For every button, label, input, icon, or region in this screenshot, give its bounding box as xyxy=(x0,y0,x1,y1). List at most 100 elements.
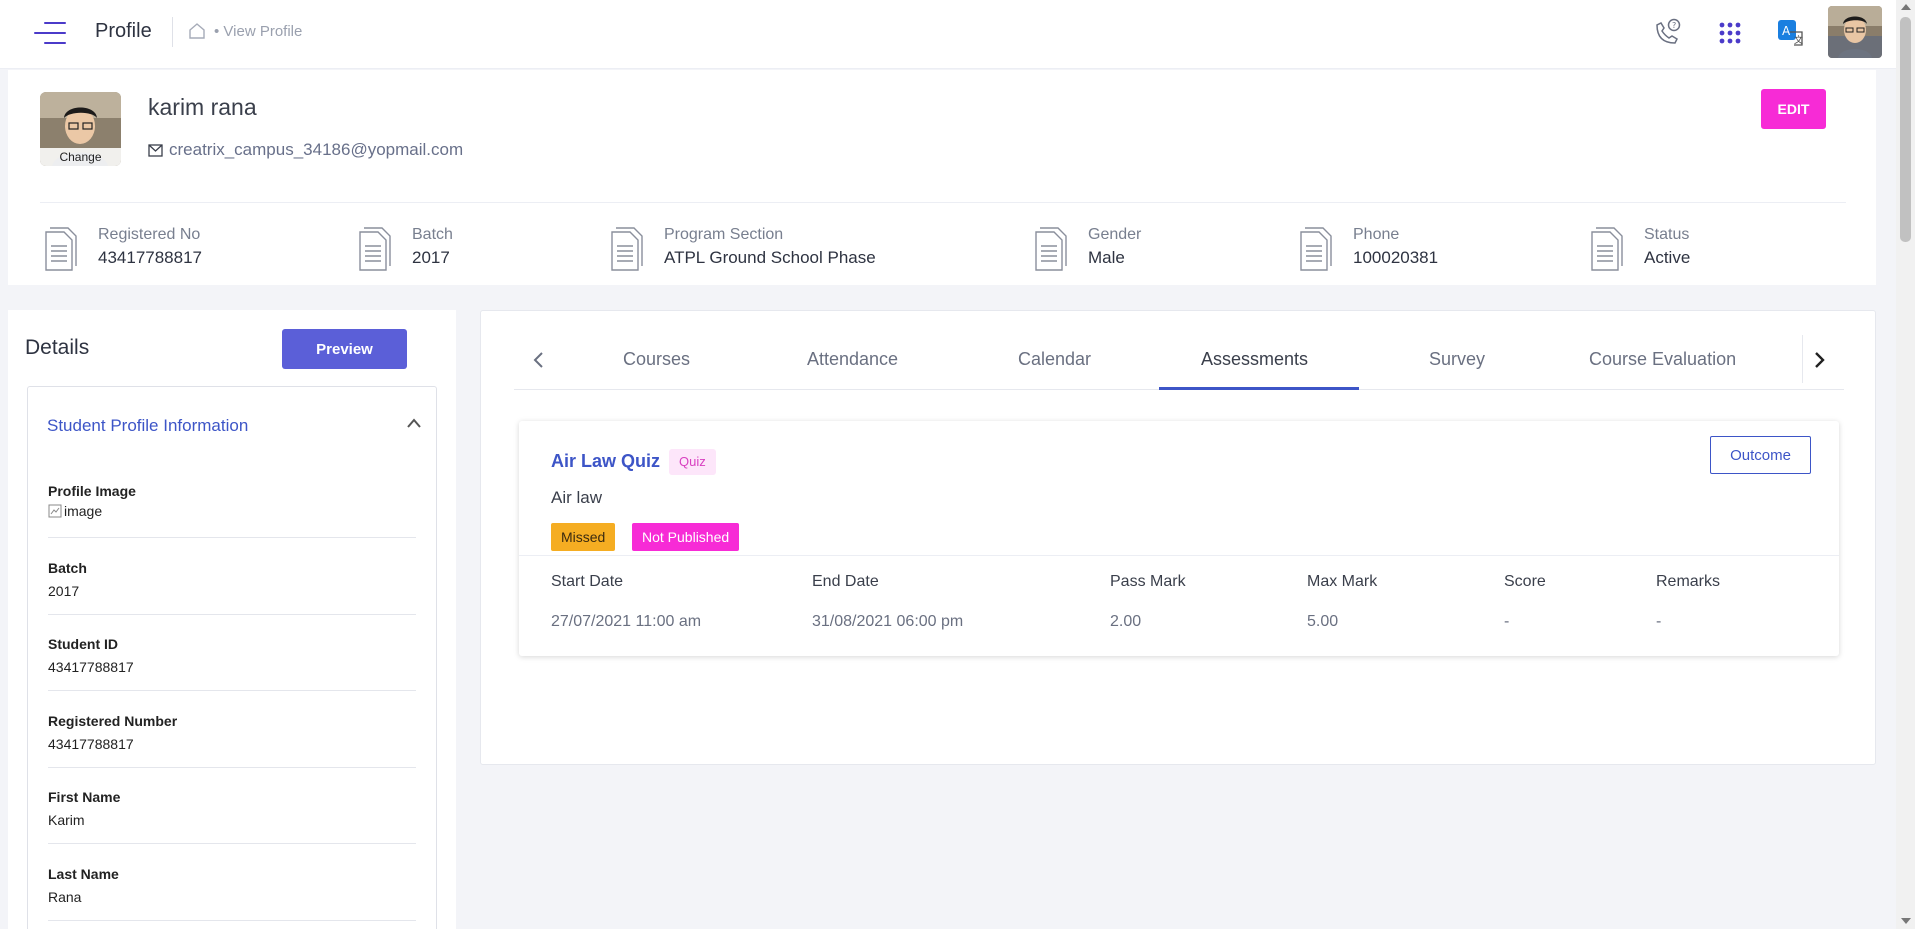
page-scrollbar[interactable] xyxy=(1896,0,1915,929)
chevron-right-icon[interactable] xyxy=(1807,345,1831,375)
end-date-value: 31/08/2021 06:00 pm xyxy=(812,613,964,630)
broken-image-icon xyxy=(48,504,62,518)
info-value: Male xyxy=(1088,248,1125,267)
field-first-name: First Name Karim xyxy=(48,789,416,844)
field-label: First Name xyxy=(48,789,121,805)
field-value: 2017 xyxy=(48,583,80,599)
status-badge-not-published: Not Published xyxy=(632,523,740,551)
profile-name: karim rana xyxy=(148,94,257,120)
remarks-value: - xyxy=(1656,613,1662,630)
breadcrumb-current: View Profile xyxy=(223,23,303,40)
info-label: Program Section xyxy=(664,226,784,243)
tab-course-evaluation[interactable]: Course Evaluation xyxy=(1589,349,1736,370)
top-bar: Profile • View Profile ? A 文 xyxy=(0,0,1896,69)
assessment-card: Air Law Quiz Quiz Air law Missed Not Pub… xyxy=(519,421,1839,656)
field-registered-number: Registered Number 43417788817 xyxy=(48,713,416,768)
document-icon xyxy=(45,227,77,271)
accordion-header[interactable]: Student Profile Information xyxy=(28,387,436,463)
tab-attendance[interactable]: Attendance xyxy=(807,349,898,370)
pass-mark-value: 2.00 xyxy=(1110,613,1142,630)
active-tab-indicator xyxy=(1159,387,1359,390)
chevron-up-icon[interactable] xyxy=(406,417,422,429)
column-header: Start Date xyxy=(551,573,624,590)
mail-icon xyxy=(148,143,163,157)
main-panel: Courses Attendance Calendar Assessments … xyxy=(480,310,1876,765)
info-value: ATPL Ground School Phase xyxy=(664,248,876,267)
tab-courses[interactable]: Courses xyxy=(623,349,690,370)
assessment-divider xyxy=(519,555,1839,556)
field-value: image xyxy=(48,503,416,519)
max-mark-value: 5.00 xyxy=(1307,613,1339,630)
field-value: 43417788817 xyxy=(48,659,134,675)
field-value: Rana xyxy=(48,889,82,905)
assessment-type-badge: Quiz xyxy=(669,449,716,475)
outcome-button[interactable]: Outcome xyxy=(1710,436,1811,474)
info-value: Active xyxy=(1644,248,1691,267)
tab-calendar[interactable]: Calendar xyxy=(1018,349,1091,370)
details-panel: Details Preview Student Profile Informat… xyxy=(8,310,456,929)
scrollbar-thumb[interactable] xyxy=(1900,17,1911,242)
assessment-title[interactable]: Air Law Quiz xyxy=(551,451,660,472)
home-icon[interactable] xyxy=(188,22,206,40)
status-badge-missed: Missed xyxy=(551,523,616,551)
info-label: Gender xyxy=(1088,226,1142,243)
translate-icon[interactable]: A 文 xyxy=(1774,16,1808,50)
edit-button[interactable]: EDIT xyxy=(1761,89,1826,129)
preview-button[interactable]: Preview xyxy=(282,329,407,369)
document-icon xyxy=(359,227,391,271)
info-label: Registered No xyxy=(98,226,201,243)
column-header: End Date xyxy=(812,573,879,590)
breadcrumb: • View Profile xyxy=(214,23,303,40)
svg-text:文: 文 xyxy=(1794,34,1803,46)
field-profile-image: Profile Image image xyxy=(48,483,416,538)
phone-help-icon[interactable]: ? xyxy=(1650,16,1684,50)
change-photo-button[interactable]: Change xyxy=(40,148,121,166)
field-label: Profile Image xyxy=(48,483,136,499)
profile-divider xyxy=(40,202,1846,203)
hamburger-menu-icon[interactable] xyxy=(32,20,66,46)
field-last-name: Last Name Rana xyxy=(48,866,416,921)
field-value: 43417788817 xyxy=(48,736,134,752)
tab-scroll-divider xyxy=(1802,335,1803,383)
details-title: Details xyxy=(25,336,90,359)
info-registered-no: Registered No 43417788817 xyxy=(42,226,202,272)
chevron-left-icon[interactable] xyxy=(527,345,551,375)
svg-text:A: A xyxy=(1782,24,1791,38)
svg-text:?: ? xyxy=(1672,21,1676,30)
profile-header-card: Change karim rana creatrix_campus_34186@… xyxy=(8,70,1876,285)
student-profile-accordion: Student Profile Information Profile Imag… xyxy=(27,386,437,929)
column-header: Remarks xyxy=(1656,573,1721,590)
document-icon xyxy=(1300,227,1332,271)
start-date-value: 27/07/2021 11:00 am xyxy=(551,613,702,630)
column-header: Score xyxy=(1504,573,1546,590)
field-label: Last Name xyxy=(48,866,119,882)
field-label: Batch xyxy=(48,560,87,576)
accordion-title: Student Profile Information xyxy=(47,416,249,435)
assessment-subject: Air law xyxy=(551,488,603,507)
info-value: 100020381 xyxy=(1353,248,1439,267)
info-phone: Phone 100020381 xyxy=(1297,226,1438,272)
scroll-down-arrow-icon[interactable] xyxy=(1901,918,1911,924)
document-icon xyxy=(611,227,643,271)
field-student-id: Student ID 43417788817 xyxy=(48,636,416,691)
apps-grid-icon[interactable] xyxy=(1713,16,1747,50)
info-label: Batch xyxy=(412,226,453,243)
column-header: Max Mark xyxy=(1307,573,1378,590)
scroll-up-arrow-icon[interactable] xyxy=(1901,4,1911,10)
field-label: Registered Number xyxy=(48,713,178,729)
tab-assessments[interactable]: Assessments xyxy=(1201,349,1308,370)
document-icon xyxy=(1035,227,1067,271)
document-icon xyxy=(1591,227,1623,271)
field-value: Karim xyxy=(48,812,85,828)
info-program-section: Program Section ATPL Ground School Phase xyxy=(608,226,876,272)
profile-email-text: creatrix_campus_34186@yopmail.com xyxy=(169,140,464,159)
info-label: Phone xyxy=(1353,226,1400,243)
info-value: 43417788817 xyxy=(98,248,203,267)
tab-survey[interactable]: Survey xyxy=(1429,349,1485,370)
info-value: 2017 xyxy=(412,248,450,267)
avatar[interactable] xyxy=(1828,6,1882,58)
info-label: Status xyxy=(1644,226,1690,243)
info-status: Status Active xyxy=(1588,226,1690,272)
profile-email: creatrix_campus_34186@yopmail.com xyxy=(148,140,463,160)
score-value: - xyxy=(1504,613,1510,630)
